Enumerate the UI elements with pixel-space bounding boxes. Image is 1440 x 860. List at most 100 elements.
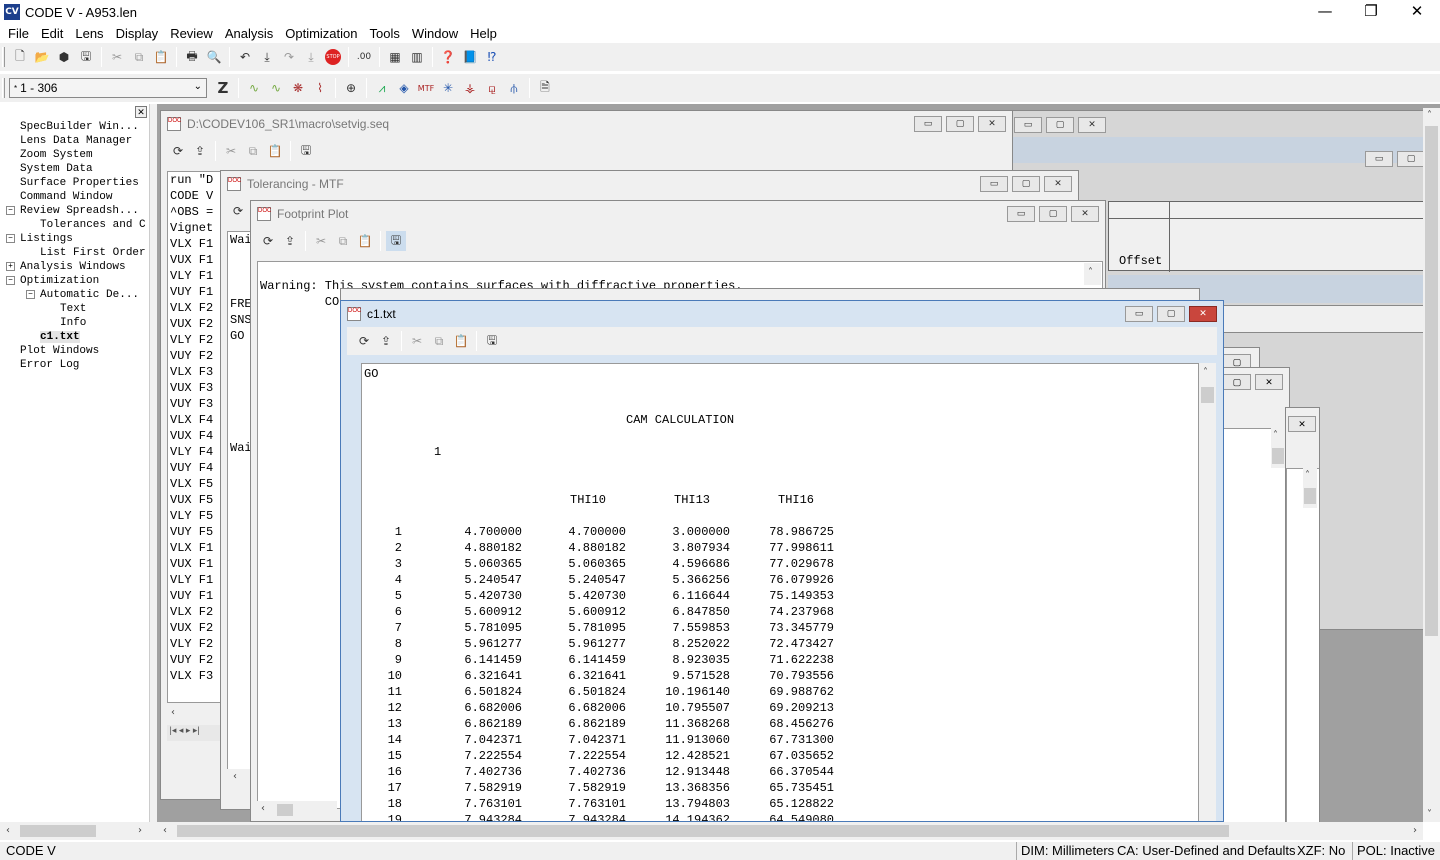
pane-close-icon[interactable]: ✕ (135, 106, 147, 118)
menu-tools[interactable]: Tools (369, 26, 399, 41)
psf-icon[interactable]: ⩘ (372, 78, 392, 98)
open-lens-icon[interactable]: ⬢ (54, 47, 74, 67)
undo-icon[interactable]: ↶ (235, 47, 255, 67)
tree-item[interactable]: − Review Spreadsh... (6, 204, 148, 218)
restore-icon[interactable]: ❐ (1348, 0, 1394, 24)
menu-display[interactable]: Display (116, 26, 159, 41)
wavefront-icon[interactable]: ◈ (394, 78, 414, 98)
tree-item[interactable]: Text (6, 302, 148, 316)
paste-icon[interactable]: 📋 (151, 47, 171, 67)
copy-icon[interactable]: ⧉ (429, 331, 449, 351)
save-icon[interactable]: 🖫 (296, 141, 316, 161)
collapse-icon[interactable]: − (6, 275, 15, 285)
refresh-icon[interactable]: ⟳ (354, 331, 374, 351)
star-icon[interactable]: ✳ (438, 78, 458, 98)
quality-icon[interactable]: ⚼ (482, 78, 502, 98)
context-help-icon[interactable]: ⁉ (482, 47, 502, 67)
maximize-icon[interactable]: ▢ (1039, 206, 1067, 222)
columns-icon[interactable]: ▥ (407, 47, 427, 67)
copy-icon[interactable]: ⧉ (129, 47, 149, 67)
close-icon[interactable]: ✕ (1044, 176, 1072, 192)
menu-analysis[interactable]: Analysis (225, 26, 273, 41)
copy-icon[interactable]: ⧉ (333, 231, 353, 251)
mtf-icon[interactable]: MTF (416, 78, 436, 98)
c1-window[interactable]: DOC c1.txt ▭ ▢ ✕ ⟳ ⇪ ✂ ⧉ 📋 🖫 GO CAM CALCULA… (340, 300, 1224, 822)
minimize-icon[interactable]: ▭ (1007, 206, 1035, 222)
z-label[interactable]: Z (213, 78, 233, 98)
dot-zero-icon[interactable]: .00 (354, 47, 374, 67)
aberration-icon[interactable]: ⚶ (460, 78, 480, 98)
paste-icon[interactable]: 📋 (265, 141, 285, 161)
book-icon[interactable]: 📘 (460, 47, 480, 67)
tree-item[interactable]: − Optimization (6, 274, 148, 288)
minimize-icon[interactable]: ▭ (914, 116, 942, 132)
tree-item[interactable]: SpecBuilder Win... (6, 120, 148, 134)
menu-optimization[interactable]: Optimization (285, 26, 357, 41)
ray-fan-x-icon[interactable]: ∿ (244, 78, 264, 98)
refresh-icon[interactable]: ⟳ (228, 201, 248, 221)
close-icon[interactable]: ✕ (1189, 306, 1217, 322)
setvig-text[interactable]: run "D CODE V ^OBS = Vignet VLX F1 VUX F1 VLY … (167, 171, 227, 703)
collapse-icon[interactable]: − (6, 205, 15, 215)
print-preview-icon[interactable]: 🔍 (204, 47, 224, 67)
maximize-icon[interactable]: ▢ (1012, 176, 1040, 192)
stacked-window-3[interactable]: ▢ ✕ ˄ (1220, 367, 1290, 827)
cut-icon[interactable]: ✂ (107, 47, 127, 67)
minimize-icon[interactable]: ▭ (1125, 306, 1153, 322)
report-icon[interactable]: 🗎 (535, 78, 555, 98)
stacked-window-4[interactable]: ✕ ˄ (1285, 407, 1320, 827)
tree-item[interactable]: Tolerances and C (6, 218, 148, 232)
tree-item[interactable]: − Automatic De... (6, 288, 148, 302)
minimize-icon[interactable]: — (1302, 0, 1348, 24)
copy-icon[interactable]: ⧉ (243, 141, 263, 161)
refresh-icon[interactable]: ⟳ (168, 141, 188, 161)
paste-icon[interactable]: 📋 (355, 231, 375, 251)
save-icon[interactable]: 🖫 (76, 47, 96, 67)
tree-item[interactable]: System Data (6, 162, 148, 176)
export-icon[interactable]: ⇪ (190, 141, 210, 161)
tree-item[interactable]: Zoom System (6, 148, 148, 162)
collapse-icon[interactable]: − (6, 233, 15, 243)
field-curve-icon[interactable]: ⌇ (310, 78, 330, 98)
undo-down-icon[interactable]: ⤓ (257, 47, 277, 67)
tree-item[interactable]: + Analysis Windows (6, 260, 148, 274)
spot-diagram-icon[interactable]: ❋ (288, 78, 308, 98)
menu-window[interactable]: Window (412, 26, 458, 41)
tree-item[interactable]: Lens Data Manager (6, 134, 148, 148)
expand-icon[interactable]: + (6, 261, 15, 271)
tree-item[interactable]: Info (6, 316, 148, 330)
maximize-icon[interactable]: ▢ (946, 116, 974, 132)
tree-item[interactable]: Error Log (6, 358, 148, 372)
tree-item[interactable]: c1.txt (6, 330, 148, 344)
tree-item[interactable]: − Listings (6, 232, 148, 246)
workspace-hscrollbar[interactable]: ‹ › (157, 822, 1423, 840)
tree-item[interactable]: Surface Properties (6, 176, 148, 190)
export-icon[interactable]: ⇪ (280, 231, 300, 251)
lens-view-icon[interactable]: ▦ (385, 47, 405, 67)
stop-icon[interactable]: STOP (323, 47, 343, 67)
tree-item[interactable]: Command Window (6, 190, 148, 204)
tree-item[interactable]: Plot Windows (6, 344, 148, 358)
cut-icon[interactable]: ✂ (407, 331, 427, 351)
redo-down-icon[interactable]: ⤓ (301, 47, 321, 67)
redo-icon[interactable]: ↷ (279, 47, 299, 67)
paste-icon[interactable]: 📋 (451, 331, 471, 351)
menu-review[interactable]: Review (170, 26, 213, 41)
menu-help[interactable]: Help (470, 26, 497, 41)
print-icon[interactable]: 🖶 (182, 47, 202, 67)
export-icon[interactable]: ⇪ (376, 331, 396, 351)
zoom-select[interactable]: * 1 - 306 ⌄ (9, 78, 207, 98)
save-icon[interactable]: 🖫 (482, 331, 502, 351)
workspace-vscrollbar[interactable]: ˄ ˅ (1423, 108, 1440, 822)
refresh-icon[interactable]: ⟳ (258, 231, 278, 251)
close-icon[interactable]: ✕ (978, 116, 1006, 132)
menu-edit[interactable]: Edit (41, 26, 63, 41)
ray-fan-y-icon[interactable]: ∿ (266, 78, 286, 98)
vignetting-icon[interactable]: ⊕ (341, 78, 361, 98)
distortion-icon[interactable]: ⫛ (504, 78, 524, 98)
hscrollbar[interactable]: ‹ (167, 705, 227, 722)
cut-icon[interactable]: ✂ (311, 231, 331, 251)
tree-item[interactable]: List First Order (6, 246, 148, 260)
collapse-icon[interactable]: − (26, 289, 35, 299)
open-folder-icon[interactable]: 📂 (32, 47, 52, 67)
